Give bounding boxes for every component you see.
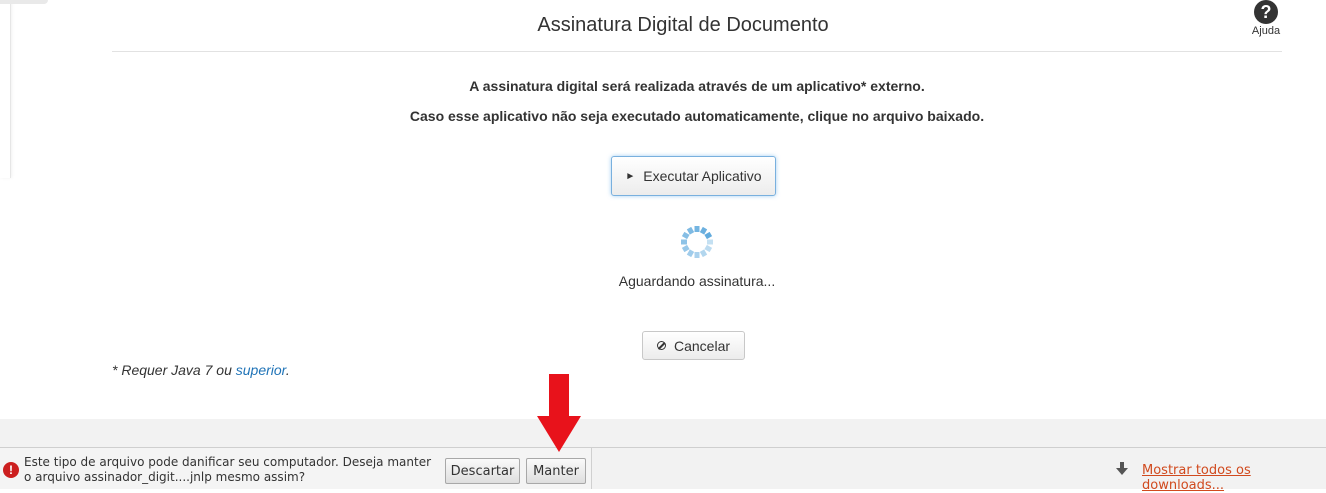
loading-spinner-icon: [681, 226, 713, 258]
waiting-status: Aguardando assinatura...: [618, 273, 776, 289]
spinner-segment: [699, 249, 708, 258]
spinner-segment: [686, 249, 695, 258]
execute-app-button[interactable]: ► Executar Aplicativo: [611, 156, 776, 196]
page-title: Assinatura Digital de Documento: [537, 14, 829, 36]
spinner-segment: [699, 226, 708, 235]
note-suffix: .: [285, 362, 290, 378]
spinner-segment: [704, 231, 713, 240]
play-icon: ►: [625, 170, 636, 182]
help-button[interactable]: ? Ajuda: [1245, 0, 1287, 37]
cancel-button[interactable]: Cancelar: [642, 331, 745, 360]
left-panel-tab: [0, 0, 48, 4]
discard-button[interactable]: Descartar: [445, 458, 520, 484]
warning-icon: !: [3, 462, 19, 478]
download-bar: ! Este tipo de arquivo pode danificar se…: [0, 447, 1326, 493]
title-divider: [112, 51, 1282, 52]
note-prefix: * Requer Java 7 ou: [112, 362, 236, 378]
execute-app-label: Executar Aplicativo: [643, 168, 762, 184]
spinner-segment: [681, 231, 690, 240]
info-message-2: Caso esse aplicativo não seja executado …: [409, 108, 985, 124]
java-requirement-note: * Requer Java 7 ou superior.: [112, 362, 290, 378]
keep-button[interactable]: Manter: [526, 458, 586, 484]
download-warning-line-1: Este tipo de arquivo pode danificar seu …: [24, 455, 432, 469]
help-label: Ajuda: [1251, 25, 1281, 37]
download-item: ! Este tipo de arquivo pode danificar se…: [0, 448, 592, 489]
spinner-segment: [681, 244, 690, 253]
superior-link[interactable]: superior: [236, 362, 286, 378]
page-bottom-band: [0, 419, 1326, 447]
info-message-1: A assinatura digital será realizada atra…: [469, 78, 925, 94]
download-warning-text: Este tipo de arquivo pode danificar seu …: [24, 455, 444, 485]
ban-icon: [656, 341, 666, 350]
download-warning-line-2: o arquivo assinador_digit....jnlp mesmo …: [24, 470, 306, 484]
download-arrow-icon: [1116, 462, 1128, 475]
cancel-label: Cancelar: [673, 337, 731, 354]
left-panel-edge: [0, 0, 11, 178]
red-arrow-indicator-icon: [537, 374, 581, 452]
spinner-segment: [686, 226, 695, 235]
spinner-segment: [704, 244, 713, 253]
question-circle-icon[interactable]: ?: [1254, 0, 1278, 24]
